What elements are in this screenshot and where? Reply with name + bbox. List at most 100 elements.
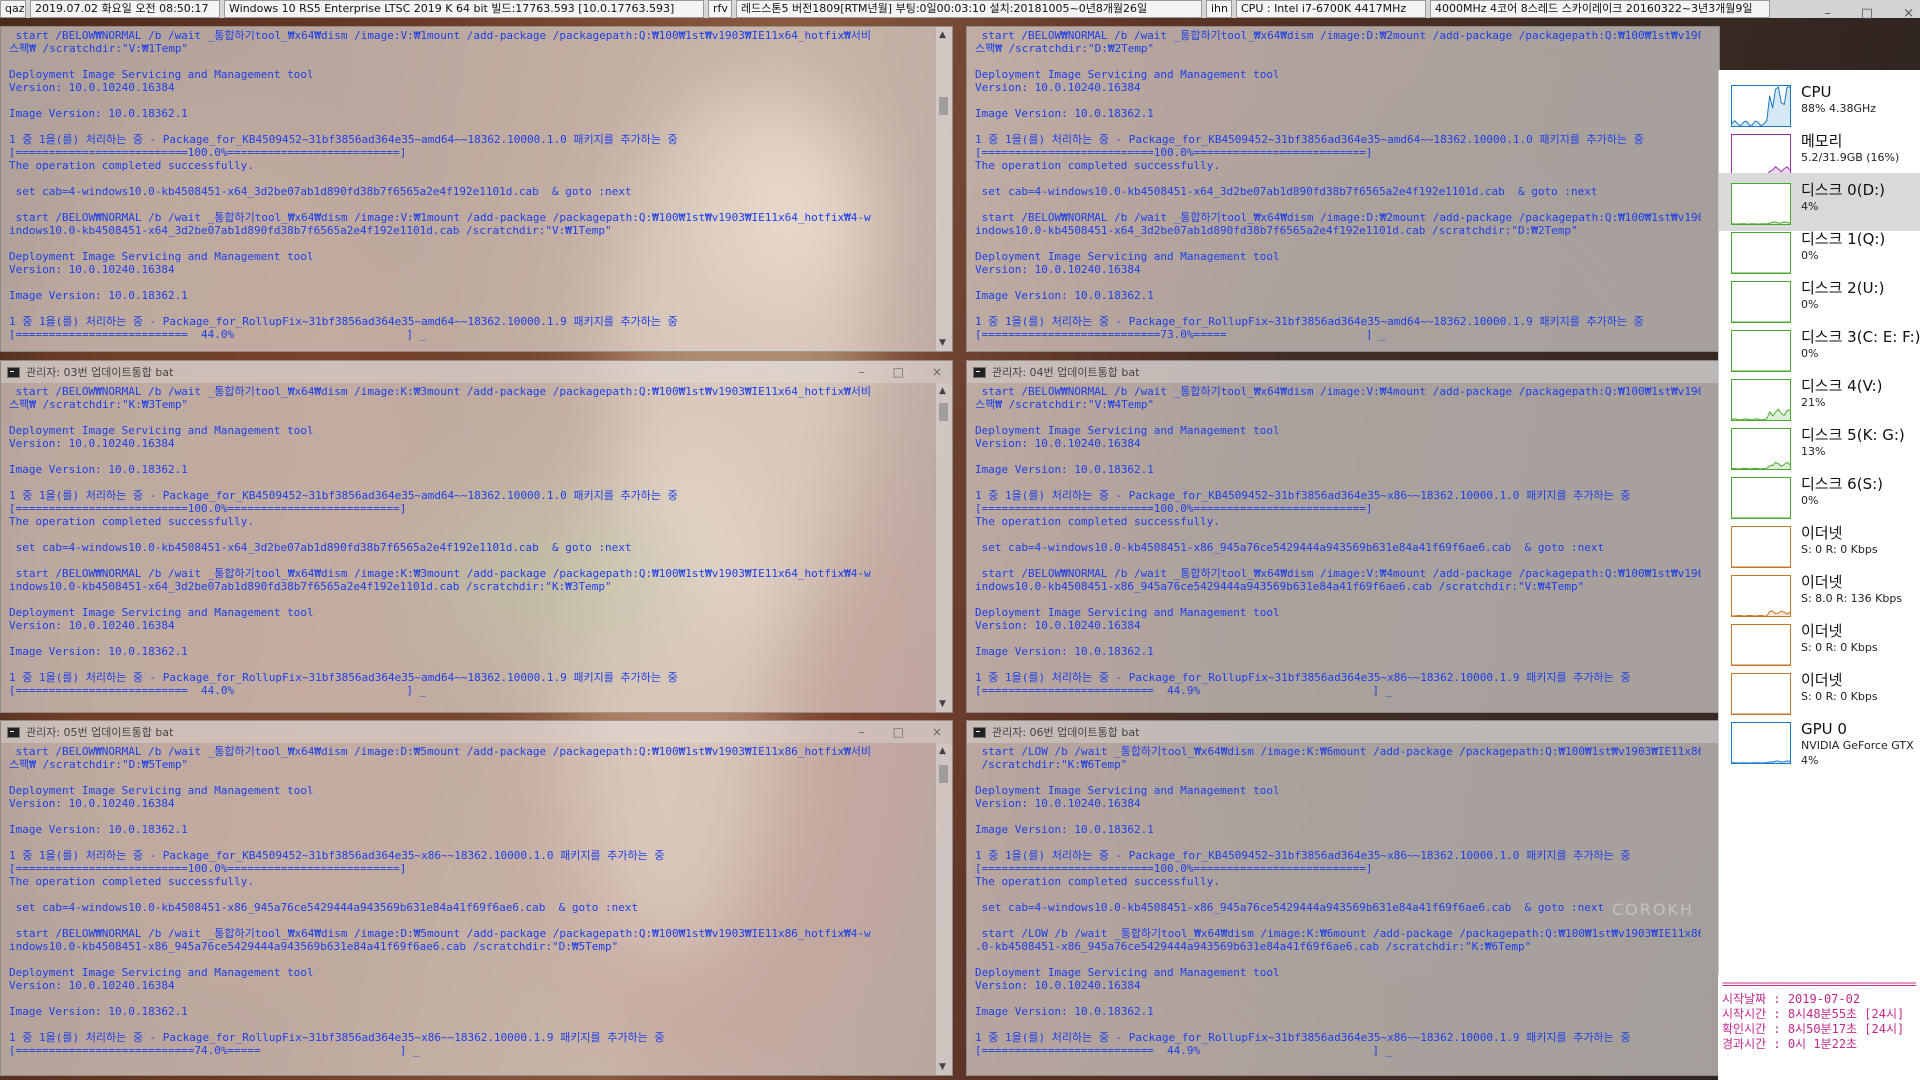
scroll-down-icon[interactable]: ▼ [939,338,946,348]
status-cell: rfv [708,0,732,18]
console-line: Image Version: 10.0.18362.1 [9,289,188,302]
maximize-button[interactable]: □ [893,365,904,379]
console-titlebar[interactable]: 관리자: 04번 업데이트통합 bat [967,361,1719,383]
console-line: Version: 10.0.10240.16384 [9,797,175,810]
scroll-thumb[interactable] [939,765,948,783]
console-window-02[interactable]: start /BELOW₩NORMAL /b /wait _통합하기tool_₩… [966,26,1720,352]
monitor-title: 디스크 0(D:) [1801,181,1886,199]
console-line: [==========================100.0%=======… [975,862,1373,875]
console-line: Deployment Image Servicing and Managemen… [975,68,1280,81]
console-window-01[interactable]: start /BELOW₩NORMAL /b /wait _통합하기tool_₩… [0,26,953,352]
console-line: start /LOW /b /wait _통합하기tool_₩x64₩dism … [981,927,1701,940]
console-line: Version: 10.0.10240.16384 [9,263,175,276]
console-line: Deployment Image Servicing and Managemen… [9,424,314,437]
console-line: Version: 10.0.10240.16384 [975,81,1141,94]
close-button[interactable]: × [932,365,942,379]
console-title: 관리자: 04번 업데이트통합 bat [992,366,1140,379]
scroll-up-icon[interactable]: ▲ [939,30,946,40]
cmd-icon [973,366,986,378]
console-window-05[interactable]: 관리자: 05번 업데이트통합 bat – □ × start /BELOW₩N… [0,720,953,1076]
console-line: indows10.0-kb4508451-x86_945a76ce5429444… [9,940,619,953]
scroll-up-icon[interactable]: ▲ [939,746,946,756]
scrollbar[interactable]: ▲ ▼ [936,383,952,712]
monitor-value: 88% 4.38GHz [1801,102,1877,115]
console-line: start /BELOW₩NORMAL /b /wait _통합하기tool_₩… [9,567,871,580]
minimize-button[interactable]: – [859,725,865,739]
monitor-value: S: 0 R: 0 Kbps [1801,690,1878,703]
maximize-button[interactable]: □ [893,725,904,739]
elapsed-time: 경과시간 : 0시 1분22초 [1722,1037,1858,1051]
monitor-title: 이더넷 [1801,622,1843,640]
console-line: Version: 10.0.10240.16384 [975,979,1141,992]
console-line: Image Version: 10.0.18362.1 [9,463,188,476]
scroll-thumb[interactable] [939,403,948,421]
console-line: start /BELOW₩NORMAL /b /wait _통합하기tool_₩… [981,211,1701,224]
console-line: set cab=4-windows10.0-kb4508451-x64_3d2b… [9,185,632,198]
console-line: Deployment Image Servicing and Managemen… [975,966,1280,979]
cmd-icon [7,726,20,738]
monitor-title: 이더넷 [1801,524,1843,542]
monitor-value: 0% [1801,494,1819,507]
console-titlebar[interactable]: 관리자: 05번 업데이트통합 bat – □ × [1,721,952,743]
check-time: 확인시간 : 8시50분17초 [24시] [1722,1022,1905,1036]
console-line: [===========================74.0%===== ]… [9,1044,420,1057]
console-line: set cab=4-windows10.0-kb4508451-x64_3d2b… [975,185,1598,198]
minimize-button[interactable]: – [859,365,865,379]
console-line: Deployment Image Servicing and Managemen… [9,68,314,81]
maximize-button[interactable]: □ [1861,6,1873,34]
performance-monitor-panel: CPU 88% 4.38GHz 메모리 5.2/31.9GB (16%) 디스크 0(D… [1718,70,1920,975]
console-window-03[interactable]: 관리자: 03번 업데이트통합 bat – □ × start /BELOW₩N… [0,360,953,713]
console-line: 1 중 1을(를) 처리하는 중 - Package_for_KB4509452… [975,489,1631,502]
console-line: start /BELOW₩NORMAL /b /wait _통합하기tool_₩… [9,745,872,758]
console-line: set cab=4-windows10.0-kb4508451-x86_945a… [9,901,639,914]
scroll-thumb[interactable] [939,97,948,115]
scrollbar[interactable]: ▲ ▼ [936,27,952,351]
console-line: Version: 10.0.10240.16384 [9,619,175,632]
scrollbar[interactable]: ▲ ▼ [936,743,952,1075]
status-cell-build: 레드스톤5 버전1809[RTM년월] 부팅:0일00:03:10 설치:201… [736,0,1202,18]
console-line: set cab=4-windows10.0-kb4508451-x86_945a… [975,541,1605,554]
console-line: set cab=4-windows10.0-kb4508451-x86_945a… [975,901,1605,914]
console-window-04[interactable]: 관리자: 04번 업데이트통합 bat start /BELOW₩NORMAL … [966,360,1720,713]
close-button[interactable]: × [932,725,942,739]
console-line: 1 중 1을(를) 처리하는 중 - Package_for_KB4509452… [975,849,1631,862]
monitor-value: S: 0 R: 0 Kbps [1801,641,1878,654]
console-line: [========================== 44.9% ] _ [975,684,1393,697]
scroll-down-icon[interactable]: ▼ [939,699,946,709]
console-line: Version: 10.0.10240.16384 [9,437,175,450]
scroll-up-icon[interactable]: ▲ [939,386,946,396]
console-line: Version: 10.0.10240.16384 [975,619,1141,632]
close-button[interactable]: × [1903,6,1914,34]
console-window-06[interactable]: 관리자: 06번 업데이트통합 bat start /LOW /b /wait … [966,720,1720,1076]
minimize-button[interactable]: – [1824,6,1831,34]
usage-area [1732,87,1790,126]
console-titlebar[interactable]: 관리자: 06번 업데이트통합 bat [967,721,1719,743]
console-output: start /BELOW₩NORMAL /b /wait _통합하기tool_₩… [967,27,1719,341]
console-line: [==========================100.0%=======… [975,502,1373,515]
console-titlebar[interactable]: 관리자: 03번 업데이트통합 bat – □ × [1,361,952,383]
console-line: The operation completed successfully. [975,159,1221,172]
status-cell-datetime: 2019.07.02 화요일 오전 08:50:17 [30,0,220,18]
console-output: start /BELOW₩NORMAL /b /wait _통합하기tool_₩… [1,383,952,697]
monitor-item[interactable]: GPU 0 NVIDIA GeForce GTX 4% [1719,712,1920,770]
scroll-down-icon[interactable]: ▼ [939,1062,946,1072]
console-line: start /BELOW₩NORMAL /b /wait _통합하기tool_₩… [9,211,871,224]
monitor-title: CPU [1801,83,1832,101]
console-line: Deployment Image Servicing and Managemen… [975,250,1280,263]
monitor-value: 4% [1801,754,1819,767]
